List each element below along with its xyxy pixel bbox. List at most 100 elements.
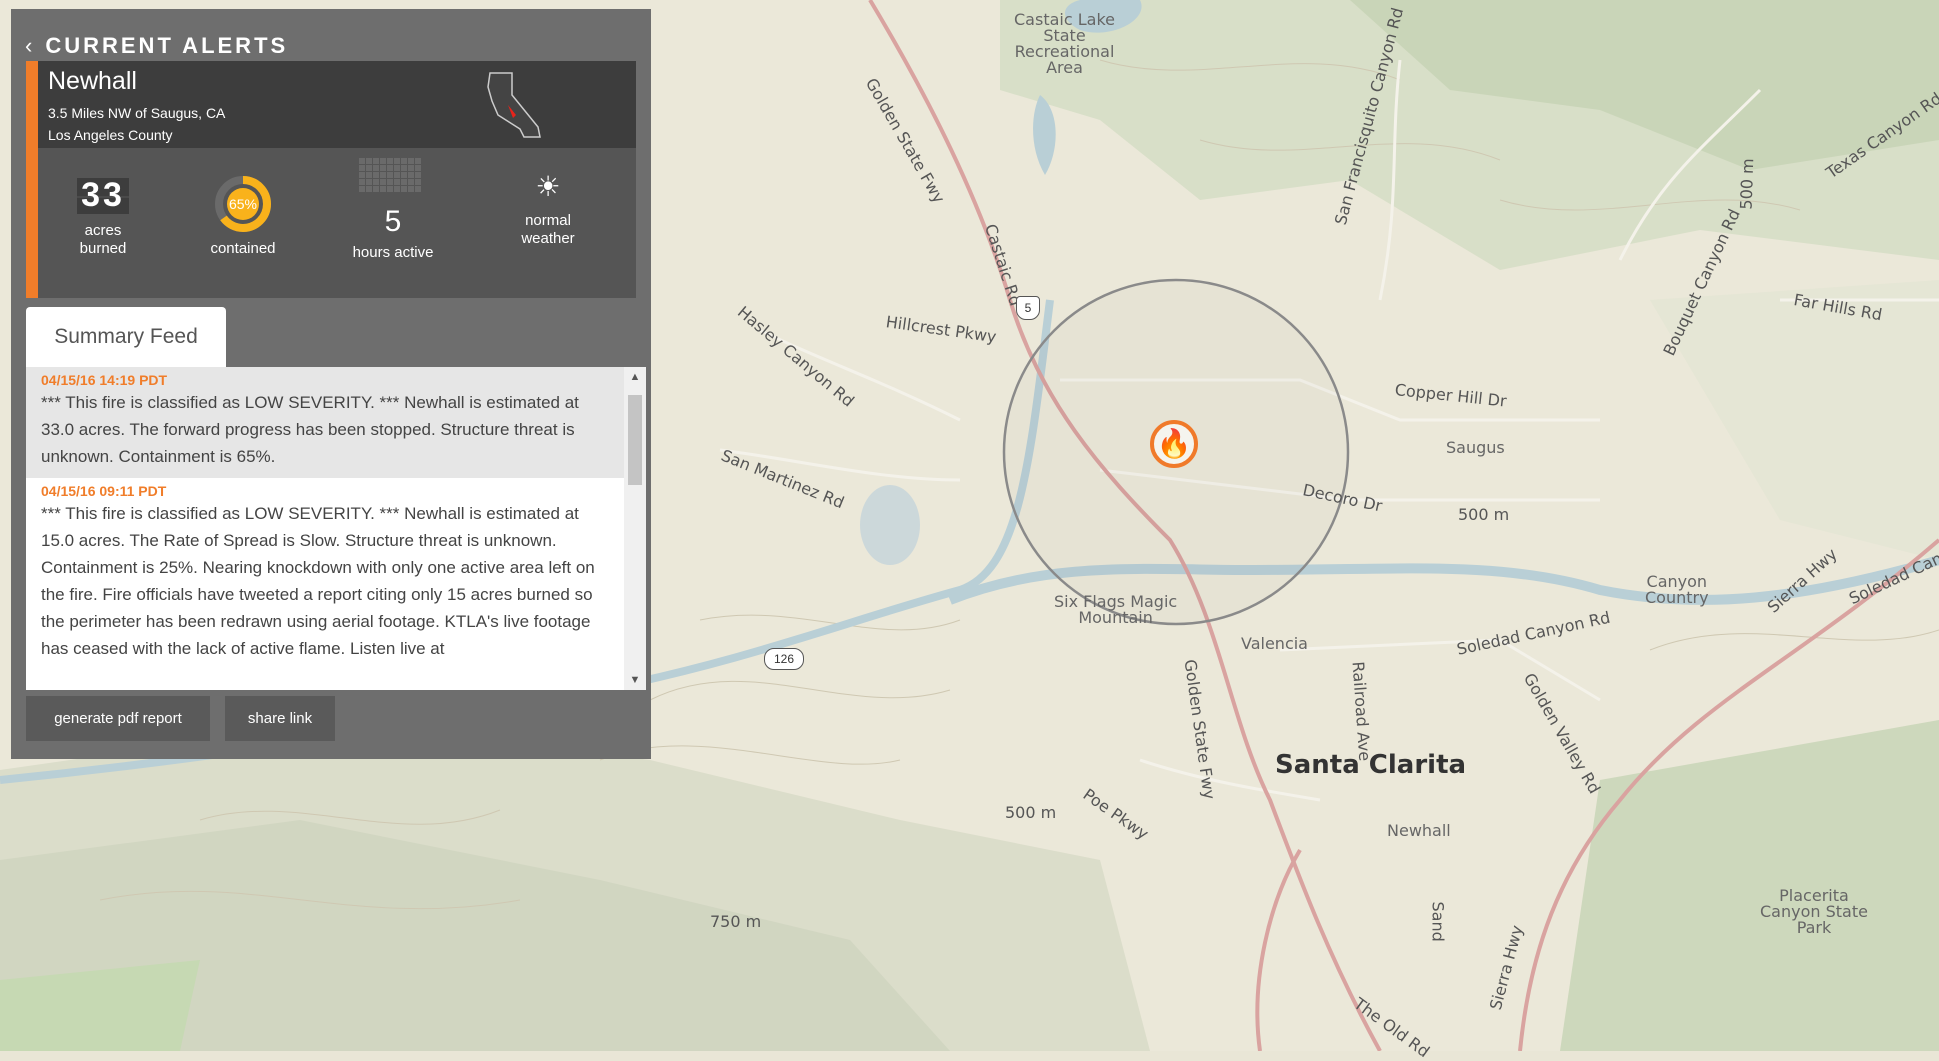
grid-cell <box>365 186 372 192</box>
grid-cell <box>372 186 379 192</box>
grid-cell <box>365 158 372 164</box>
flame-icon: 🔥 <box>1156 428 1192 459</box>
generate-pdf-button[interactable]: generate pdf report <box>26 696 210 741</box>
grid-cell <box>414 172 421 178</box>
incident-header: Newhall 3.5 Miles NW of Saugus, CA Los A… <box>38 61 636 148</box>
grid-cell <box>386 158 393 164</box>
grid-cell <box>393 158 400 164</box>
feed-item[interactable]: 04/15/16 09:11 PDT *** This fire is clas… <box>26 478 646 670</box>
map-label-newhall: Newhall <box>1387 821 1451 840</box>
grid-cell <box>414 186 421 192</box>
map-label-500m-a: 500 m <box>1458 505 1510 524</box>
feed-item-date: 04/15/16 09:11 PDT <box>41 483 167 499</box>
map-label-valencia: Valencia <box>1241 634 1308 653</box>
scroll-down-icon[interactable]: ▼ <box>624 674 646 686</box>
feed-item-text: *** This fire is classified as LOW SEVER… <box>41 504 595 658</box>
grid-cell <box>386 172 393 178</box>
scroll-up-icon[interactable]: ▲ <box>624 371 646 383</box>
stat-weather: ☀ normal weather <box>483 158 613 248</box>
map-label-canyon-country: Canyon Country <box>1645 572 1709 607</box>
grid-cell <box>365 165 372 171</box>
map-label-castaic: Castaic Lake State Recreational Area <box>1014 10 1115 77</box>
grid-cell <box>393 165 400 171</box>
contained-value: 65% <box>229 196 257 212</box>
grid-cell <box>400 172 407 178</box>
grid-cell <box>407 165 414 171</box>
panel-title: CURRENT ALERTS <box>45 33 289 58</box>
grid-cell <box>379 172 386 178</box>
fire-marker[interactable]: 🔥 <box>1150 420 1198 468</box>
grid-cell <box>372 179 379 185</box>
incident-location: 3.5 Miles NW of Saugus, CA <box>48 105 226 121</box>
grid-cell <box>407 172 414 178</box>
feed-item[interactable]: 04/15/16 14:19 PDT *** This fire is clas… <box>26 367 646 478</box>
grid-cell <box>358 186 365 192</box>
grid-icon <box>358 158 428 192</box>
summary-feed[interactable]: 04/15/16 14:19 PDT *** This fire is clas… <box>26 367 646 690</box>
map-label-placerita: Placerita Canyon State Park <box>1760 886 1868 937</box>
contained-label: contained <box>210 240 276 257</box>
grid-cell <box>400 179 407 185</box>
feed-scrollbar[interactable]: ▲ ▼ <box>624 367 646 690</box>
incident-name: Newhall <box>48 67 137 95</box>
grid-cell <box>400 186 407 192</box>
incident-county: Los Angeles County <box>48 127 173 143</box>
map-label-500m-c: 500 m <box>1736 157 1758 210</box>
stat-contained: 65% contained <box>178 158 308 258</box>
grid-cell <box>358 165 365 171</box>
california-map-icon <box>487 72 541 138</box>
acres-label-2: burned <box>79 239 127 257</box>
map-label-500m-b: 500 m <box>1005 803 1057 822</box>
grid-cell <box>393 179 400 185</box>
containment-ring: 65% <box>215 176 271 232</box>
weather-label-2: weather <box>521 229 575 247</box>
map-label-santa-clarita: Santa Clarita <box>1275 750 1467 780</box>
map-label-six-flags: Six Flags Magic Mountain <box>1054 592 1178 627</box>
grid-cell <box>372 172 379 178</box>
grid-cell <box>414 179 421 185</box>
grid-cell <box>372 165 379 171</box>
grid-cell <box>414 165 421 171</box>
hours-value: 5 <box>384 205 402 238</box>
grid-cell <box>379 165 386 171</box>
acres-value: 33 <box>77 177 129 214</box>
acres-label: acres <box>84 221 122 239</box>
sun-icon: ☀ <box>535 171 561 202</box>
grid-cell <box>393 186 400 192</box>
grid-cell <box>365 179 372 185</box>
grid-cell <box>358 172 365 178</box>
hours-label: hours active <box>352 244 434 261</box>
stat-hours: 5 hours active <box>328 158 458 262</box>
map-label-750m: 750 m <box>710 912 762 931</box>
grid-cell <box>414 158 421 164</box>
grid-cell <box>407 179 414 185</box>
feed-item-text: *** This fire is classified as LOW SEVER… <box>41 393 579 466</box>
grid-cell <box>379 179 386 185</box>
grid-cell <box>407 186 414 192</box>
share-link-button[interactable]: share link <box>225 696 335 741</box>
grid-cell <box>386 165 393 171</box>
stat-acres: 33 acres burned <box>38 158 168 258</box>
grid-cell <box>365 172 372 178</box>
map-label-saugus: Saugus <box>1446 438 1505 457</box>
weather-label: normal <box>525 211 571 229</box>
grid-cell <box>358 158 365 164</box>
grid-cell <box>393 172 400 178</box>
map-label-sand: Sand <box>1428 901 1448 942</box>
grid-cell <box>358 179 365 185</box>
incident-stats: 33 acres burned 65% contained 5 hours ac… <box>38 148 636 298</box>
grid-cell <box>379 186 386 192</box>
tab-summary-feed[interactable]: Summary Feed <box>26 307 226 367</box>
card-accent <box>26 61 38 298</box>
incident-card[interactable]: Newhall 3.5 Miles NW of Saugus, CA Los A… <box>26 61 636 298</box>
grid-cell <box>386 179 393 185</box>
rt126-shield: 126 <box>764 648 804 670</box>
i5-shield: 5 <box>1016 296 1040 320</box>
grid-cell <box>407 158 414 164</box>
chevron-left-icon[interactable]: ‹ <box>25 33 35 59</box>
grid-cell <box>379 158 386 164</box>
grid-cell <box>400 165 407 171</box>
panel-header[interactable]: ‹ CURRENT ALERTS <box>25 33 288 59</box>
scroll-thumb[interactable] <box>628 395 642 485</box>
grid-cell <box>372 158 379 164</box>
